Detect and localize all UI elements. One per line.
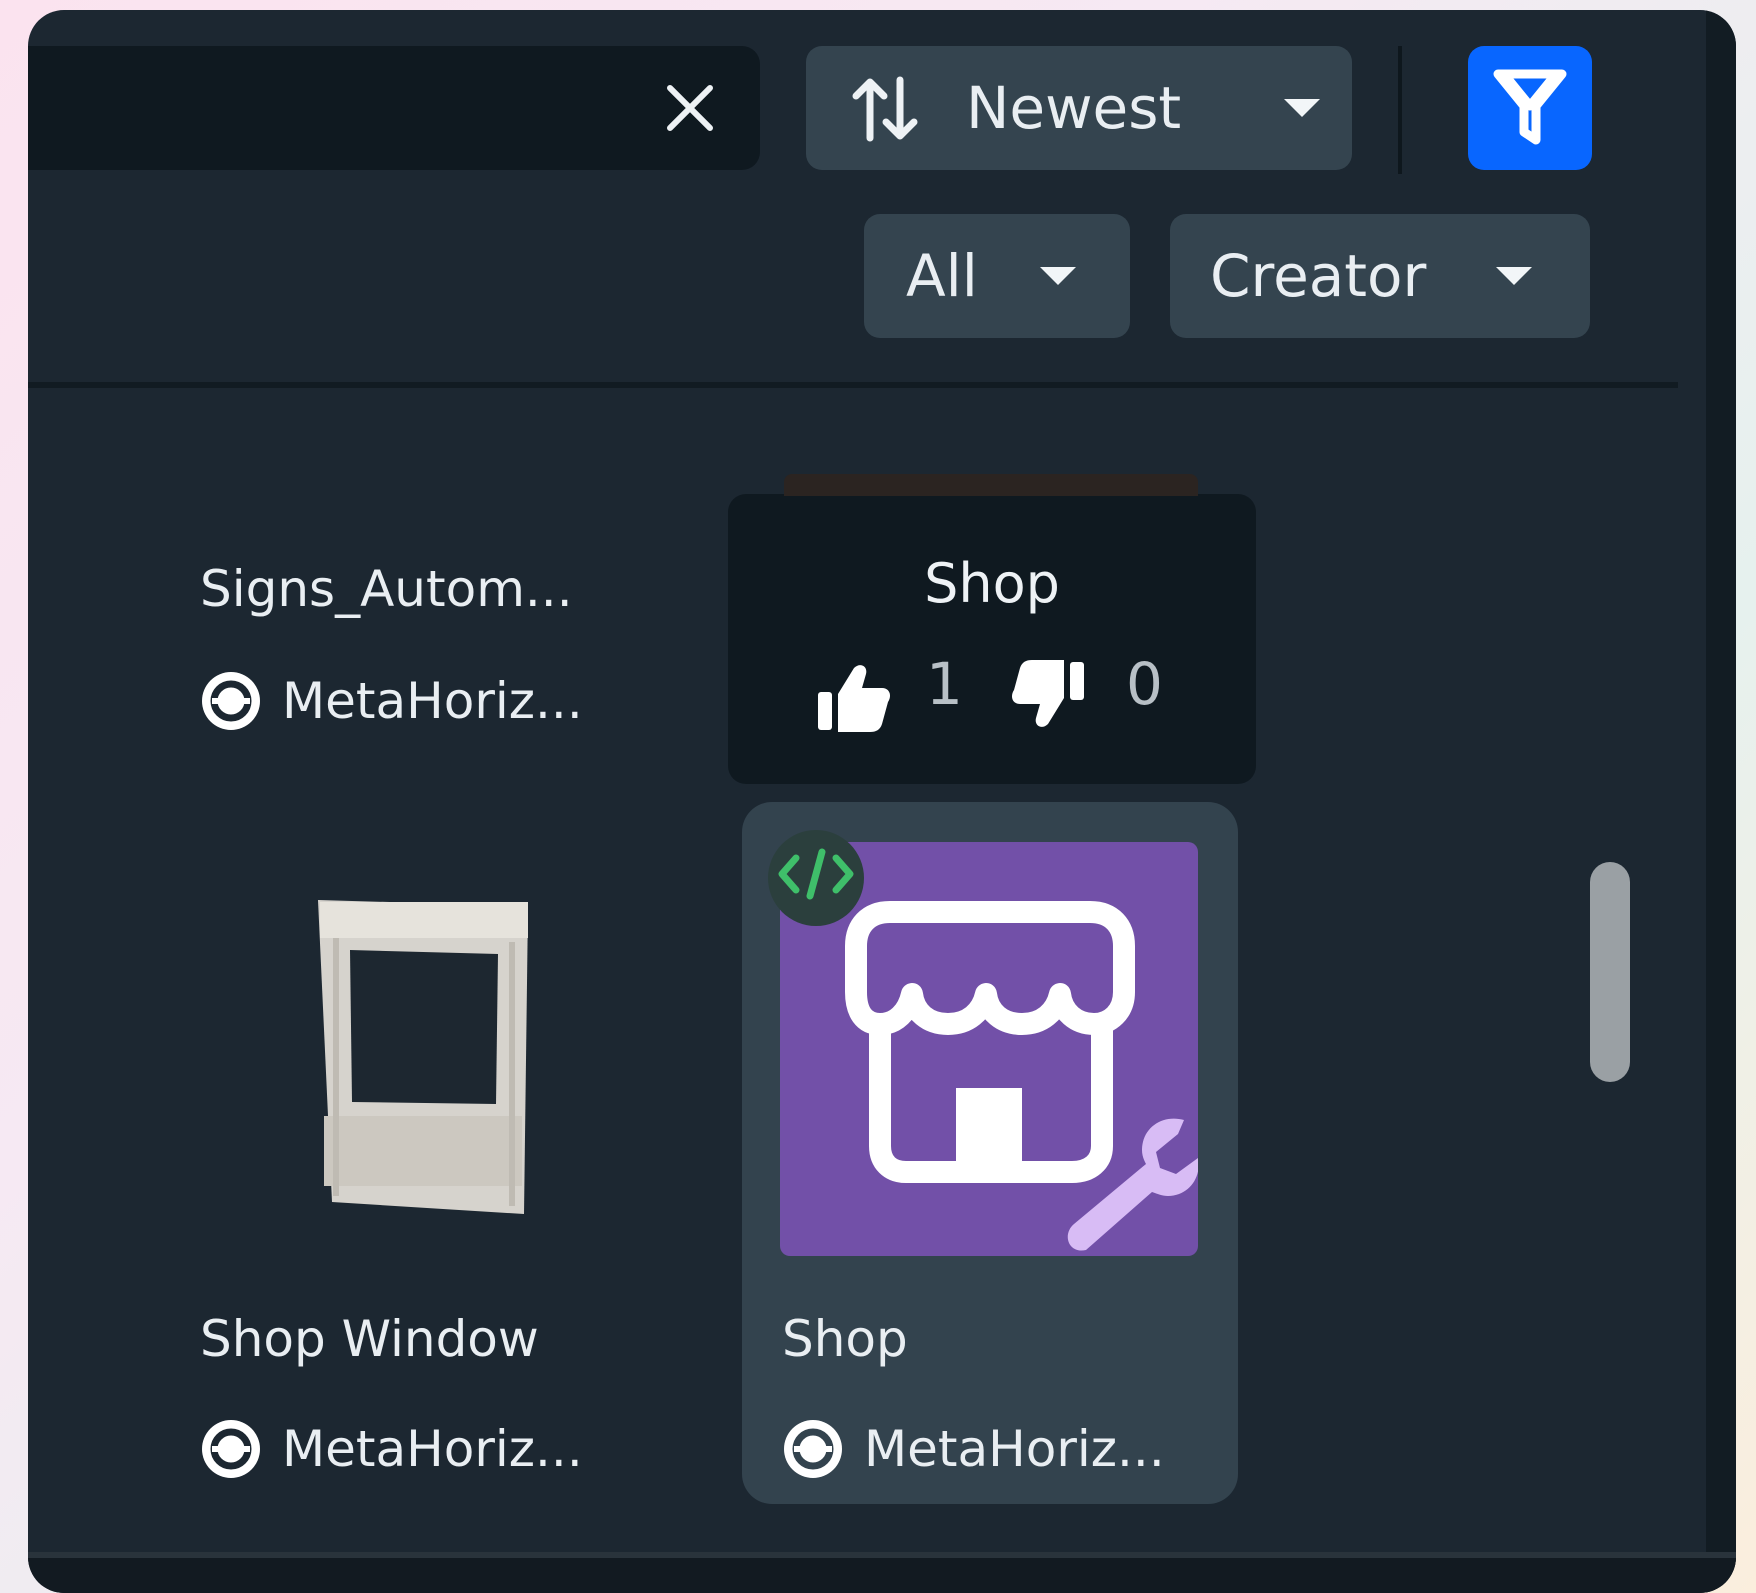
shop-window-thumbnail: [318, 900, 528, 1214]
thumbs-down-icon: [1012, 660, 1084, 727]
filter-icon: [1493, 69, 1567, 145]
asset-creator[interactable]: MetaHoriz...: [200, 670, 583, 732]
asset-title: Shop Window: [200, 1310, 539, 1368]
scrollbar-thumb[interactable]: [1590, 862, 1630, 1082]
search-bar: [28, 46, 760, 172]
script-badge: [768, 830, 864, 926]
thumbs-up-icon: [818, 665, 890, 732]
wrench-icon: [1067, 1118, 1198, 1251]
sort-icon: [852, 76, 918, 142]
dislike-count: 0: [1126, 650, 1163, 718]
caret-down-icon: [1040, 267, 1076, 285]
asset-title: Shop: [782, 1310, 908, 1368]
search-input[interactable]: [48, 46, 632, 172]
toolbar-divider: [1398, 46, 1402, 174]
sort-label: Newest: [966, 74, 1182, 142]
creator-icon: [784, 1420, 842, 1478]
creator-icon: [202, 672, 260, 730]
type-filter-label: All: [906, 242, 978, 310]
tooltip-title: Shop: [924, 552, 1060, 615]
asset-title: Signs_Autom...: [200, 560, 573, 618]
type-filter-dropdown[interactable]: All: [864, 214, 1130, 338]
creator-name: MetaHoriz...: [864, 1420, 1165, 1478]
creator-filter-dropdown[interactable]: Creator: [1170, 214, 1590, 338]
like-count: 1: [926, 650, 963, 718]
asset-creator[interactable]: MetaHoriz...: [782, 1418, 1165, 1480]
close-icon[interactable]: [658, 76, 722, 140]
caret-down-icon: [1496, 267, 1532, 285]
asset-library-panel: Newest All Creator Signs_Autom... MetaHo…: [28, 10, 1736, 1593]
caret-down-icon: [1284, 99, 1320, 117]
panel-bottom-edge: [28, 1552, 1736, 1593]
toolbar-divider-line: [28, 382, 1678, 388]
asset-creator[interactable]: MetaHoriz...: [200, 1418, 583, 1480]
panel-right-edge: [1706, 10, 1736, 1593]
asset-tooltip: Shop 1 0: [728, 474, 1256, 784]
creator-name: MetaHoriz...: [282, 672, 583, 730]
sort-dropdown[interactable]: Newest: [806, 46, 1352, 170]
thumbnail-edge: [784, 474, 1198, 496]
code-icon: [778, 848, 854, 900]
filter-button[interactable]: [1468, 46, 1592, 170]
creator-icon: [202, 1420, 260, 1478]
creator-filter-label: Creator: [1210, 242, 1427, 310]
creator-name: MetaHoriz...: [282, 1420, 583, 1478]
